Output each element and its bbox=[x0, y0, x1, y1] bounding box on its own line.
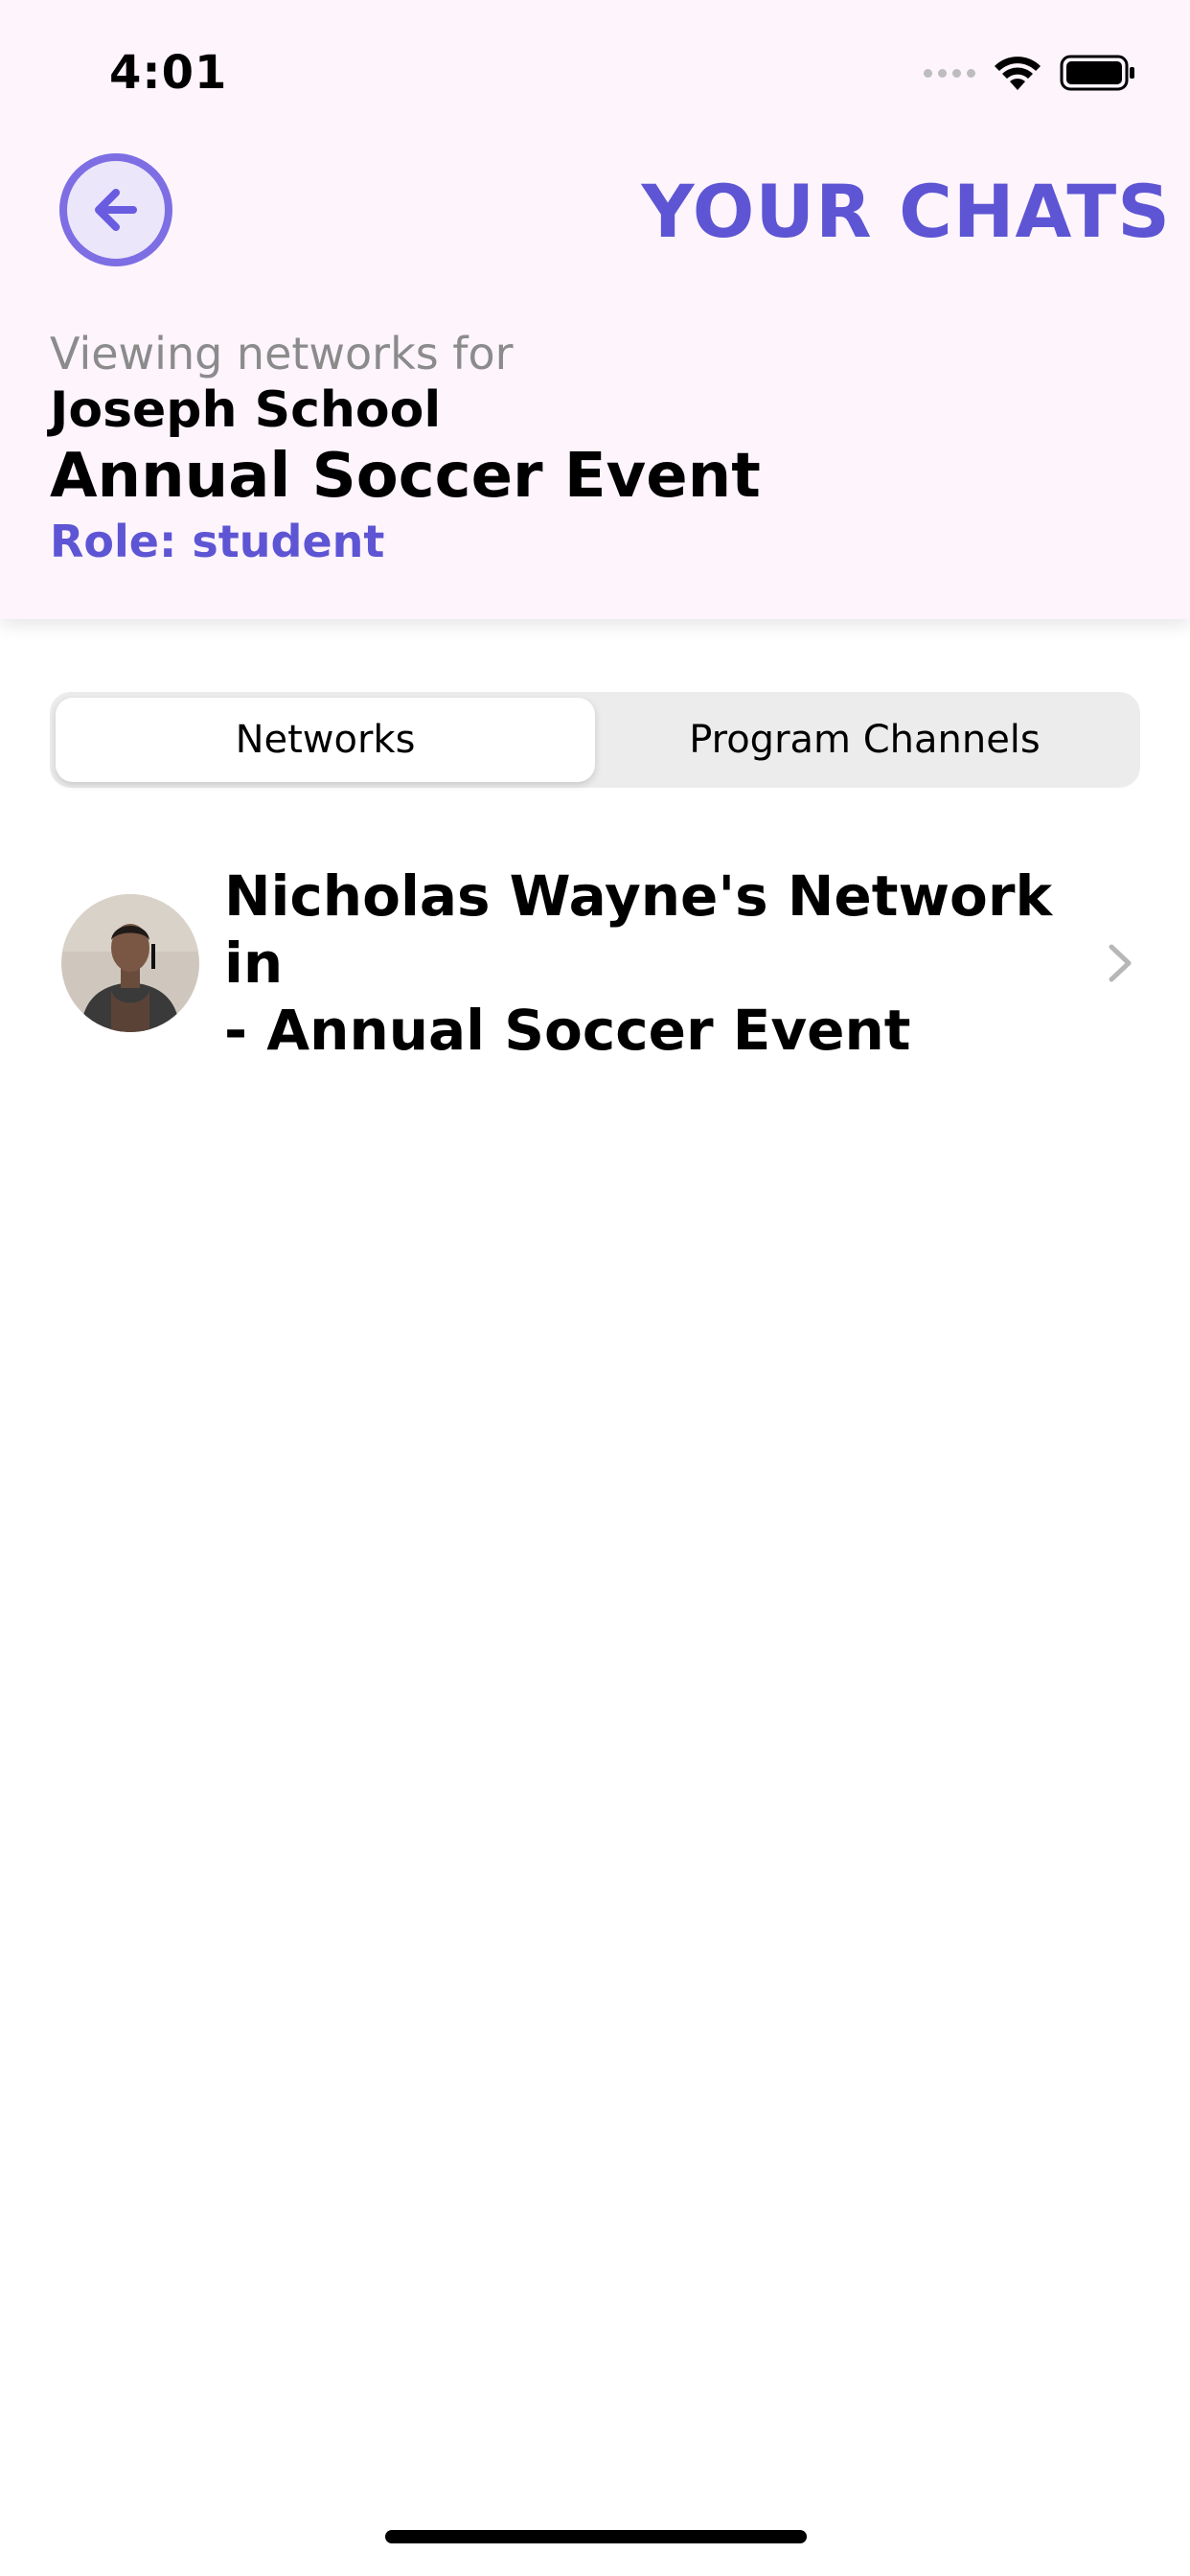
tab-program-channels[interactable]: Program Channels bbox=[595, 698, 1134, 782]
chevron-right-icon bbox=[1109, 944, 1132, 982]
event-name: Annual Soccer Event bbox=[50, 441, 761, 512]
status-time: 4:01 bbox=[109, 46, 228, 100]
chats-screen: 4:01 YOUR CHATS Viewing networks for Jos… bbox=[0, 0, 1190, 2576]
home-indicator bbox=[385, 2530, 807, 2543]
viewing-label: Viewing networks for bbox=[50, 328, 514, 380]
segmented-control: Networks Program Channels bbox=[50, 692, 1140, 788]
avatar bbox=[61, 894, 199, 1032]
header: 4:01 YOUR CHATS Viewing networks for Jos… bbox=[0, 0, 1190, 619]
back-button[interactable] bbox=[59, 153, 172, 266]
cellular-signal-icon bbox=[924, 68, 975, 78]
tab-networks[interactable]: Networks bbox=[56, 698, 595, 782]
role-label: Role: student bbox=[50, 516, 385, 567]
arrow-left-icon bbox=[95, 189, 137, 231]
school-name: Joseph School bbox=[50, 381, 442, 439]
battery-icon bbox=[1060, 55, 1134, 91]
status-icons bbox=[924, 54, 1136, 92]
page-title: YOUR CHATS bbox=[641, 169, 1171, 254]
network-list-item[interactable]: Nicholas Wayne's Network in - Annual Soc… bbox=[50, 863, 1140, 1063]
wifi-icon bbox=[995, 57, 1041, 90]
network-title: Nicholas Wayne's Network in - Annual Soc… bbox=[224, 863, 1053, 1063]
